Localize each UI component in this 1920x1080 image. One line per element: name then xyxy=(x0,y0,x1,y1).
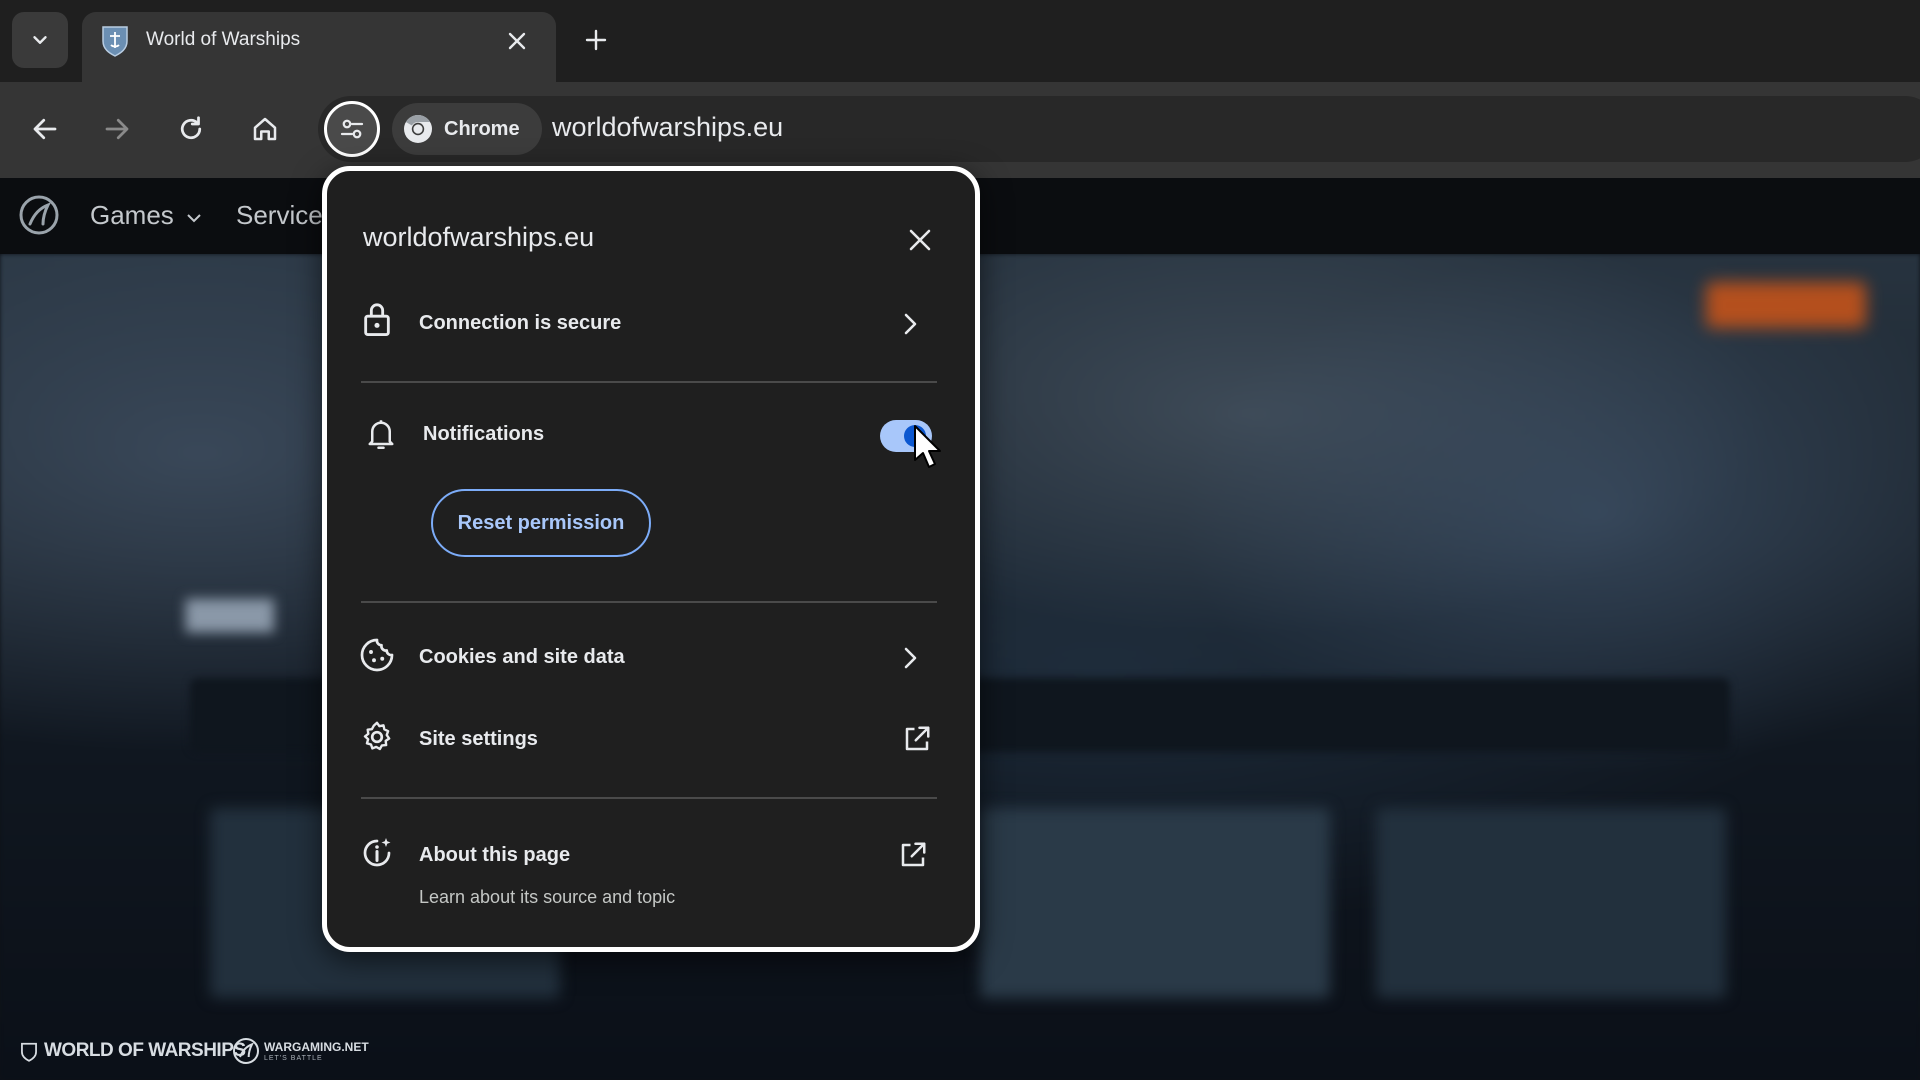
forward-button[interactable] xyxy=(92,104,142,154)
tune-icon xyxy=(340,119,364,139)
footer-wargaming-logo: WARGAMING.NET xyxy=(264,1040,369,1054)
close-icon xyxy=(508,32,526,50)
chevron-down-icon xyxy=(33,36,47,44)
connection-label: Connection is secure xyxy=(419,312,622,334)
lock-icon xyxy=(359,301,395,337)
popup-title: worldofwarships.eu xyxy=(363,222,595,252)
back-button[interactable] xyxy=(20,104,70,154)
chevron-right-icon xyxy=(897,645,923,671)
divider xyxy=(361,381,937,383)
tab-title: World of Warships xyxy=(146,29,301,50)
reload-button[interactable] xyxy=(166,104,216,154)
address-bar[interactable]: Chrome worldofwarships.eu xyxy=(318,96,1920,162)
tab-search-button[interactable] xyxy=(12,12,68,68)
reset-permission-button[interactable]: Reset permission xyxy=(431,489,651,557)
news-card[interactable] xyxy=(1376,808,1726,998)
about-page-subtitle: Learn about its source and topic xyxy=(419,887,676,907)
home-icon xyxy=(253,117,277,141)
nav-services[interactable]: Service xyxy=(236,200,323,231)
footer-wows-logo: WORLD OF WARSHIPS xyxy=(44,1040,246,1061)
tab-strip: World of Warships xyxy=(0,0,1920,82)
bell-icon xyxy=(363,416,399,452)
tab-world-of-warships[interactable]: World of Warships xyxy=(82,12,556,82)
new-tab-button[interactable] xyxy=(580,24,612,56)
chrome-chip[interactable]: Chrome xyxy=(392,103,542,155)
reload-icon xyxy=(180,116,202,140)
about-page-label: About this page xyxy=(419,844,571,866)
nav-games[interactable]: Games xyxy=(90,200,174,231)
hero-cta-button[interactable] xyxy=(1706,282,1866,328)
warships-shield-icon xyxy=(102,26,128,57)
chrome-icon xyxy=(404,115,432,143)
news-heading: ▆▆▆ xyxy=(186,590,274,632)
plus-icon xyxy=(585,29,607,51)
chrome-chip-label: Chrome xyxy=(444,117,520,140)
site-info-button[interactable] xyxy=(324,101,380,157)
open-external-icon xyxy=(897,839,929,871)
site-info-popup: worldofwarships.eu Connection is secure … xyxy=(322,166,980,952)
news-card[interactable] xyxy=(980,808,1330,998)
tab-close-button[interactable] xyxy=(502,26,532,56)
url-text[interactable]: worldofwarships.eu xyxy=(552,112,783,143)
close-icon xyxy=(909,229,931,251)
info-sparkle-icon xyxy=(359,835,395,871)
forward-icon xyxy=(105,118,129,140)
browser-toolbar: Chrome worldofwarships.eu xyxy=(0,82,1920,178)
home-button[interactable] xyxy=(240,104,290,154)
chevron-right-icon xyxy=(897,311,923,337)
site-settings-label: Site settings xyxy=(419,728,538,750)
divider xyxy=(361,601,937,603)
chevron-down-icon xyxy=(187,214,201,223)
wargaming-logo-icon[interactable] xyxy=(18,194,60,236)
gear-icon xyxy=(359,719,395,755)
cookie-icon xyxy=(359,637,395,673)
mouse-cursor-icon xyxy=(914,425,941,468)
popup-close-button[interactable] xyxy=(903,223,937,257)
cookies-label: Cookies and site data xyxy=(419,646,625,668)
warships-shield-icon xyxy=(21,1042,37,1062)
wargaming-logo-icon xyxy=(233,1038,259,1064)
back-icon xyxy=(33,118,57,140)
divider xyxy=(361,797,937,799)
notifications-label: Notifications xyxy=(423,423,545,445)
open-external-icon xyxy=(901,723,933,755)
footer-wargaming-tagline: LET'S BATTLE xyxy=(264,1055,323,1062)
